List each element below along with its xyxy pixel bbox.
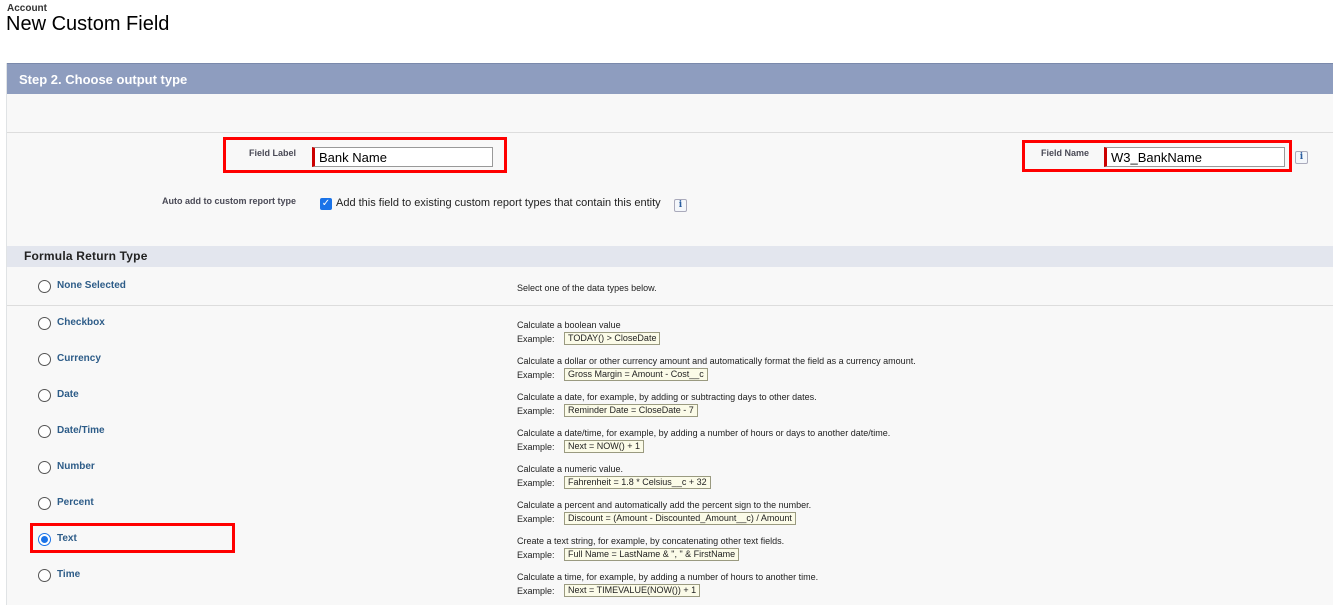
type-label-date-time: Date/Time	[57, 425, 105, 436]
type-label-currency: Currency	[57, 353, 101, 364]
type-example-text: Full Name = LastName & ", " & FirstName	[564, 548, 740, 561]
type-desc-number: Calculate a numeric value.	[517, 464, 624, 474]
field-label-input[interactable]	[312, 147, 493, 167]
type-desc-date: Calculate a date, for example, by adding…	[517, 392, 817, 402]
type-desc-date-time: Calculate a date/time, for example, by a…	[517, 428, 891, 438]
type-label-date: Date	[57, 389, 79, 400]
radio-currency[interactable]	[38, 353, 51, 366]
field-label-label: Field Label	[248, 148, 296, 158]
type-example-currency: Gross Margin = Amount - Cost__c	[564, 368, 708, 381]
type-example-date: Reminder Date = CloseDate - 7	[564, 404, 698, 417]
type-example-date-time: Next = NOW() + 1	[564, 440, 645, 453]
type-desc-time: Calculate a time, for example, by adding…	[517, 572, 819, 582]
step-header: Step 2. Choose output type	[7, 63, 1333, 94]
radio-none-selected[interactable]	[38, 280, 51, 293]
example-label: Example:	[517, 334, 555, 344]
type-desc-none-selected: Select one of the data types below.	[517, 283, 657, 293]
type-label-percent: Percent	[57, 497, 94, 508]
check-icon: ✓	[321, 198, 331, 209]
type-label-time: Time	[57, 569, 81, 580]
type-example-time: Next = TIMEVALUE(NOW()) + 1	[564, 584, 701, 597]
type-label-number: Number	[57, 461, 95, 472]
example-label: Example:	[517, 478, 555, 488]
page-title: New Custom Field	[6, 13, 170, 35]
type-label-text: Text	[57, 533, 77, 544]
radio-date[interactable]	[38, 389, 51, 402]
type-desc-checkbox: Calculate a boolean value	[517, 320, 621, 330]
example-label: Example:	[517, 406, 555, 416]
example-label: Example:	[517, 586, 555, 596]
radio-checkbox[interactable]	[38, 317, 51, 330]
field-name-input[interactable]	[1104, 147, 1285, 167]
example-label: Example:	[517, 370, 555, 380]
example-label: Example:	[517, 550, 555, 560]
info-icon[interactable]: i	[1295, 151, 1308, 164]
type-example-checkbox: TODAY() > CloseDate	[564, 332, 661, 345]
radio-number[interactable]	[38, 461, 51, 474]
type-example-number: Fahrenheit = 1.8 * Celsius__c + 32	[564, 476, 711, 489]
type-desc-currency: Calculate a dollar or other currency amo…	[517, 356, 916, 366]
example-label: Example:	[517, 442, 555, 452]
radio-text[interactable]	[38, 533, 51, 546]
divider	[7, 132, 1333, 133]
auto-add-checkbox[interactable]: ✓	[320, 198, 332, 210]
example-label: Example:	[517, 514, 555, 524]
type-label-none-selected: None Selected	[57, 280, 126, 291]
radio-percent[interactable]	[38, 497, 51, 510]
type-example-percent: Discount = (Amount - Discounted_Amount__…	[564, 512, 796, 525]
auto-add-label: Auto add to custom report type	[161, 196, 296, 206]
auto-add-checkbox-label: Add this field to existing custom report…	[336, 197, 661, 209]
formula-return-type-header: Formula Return Type	[7, 246, 1333, 267]
radio-date-time[interactable]	[38, 425, 51, 438]
info-icon[interactable]: i	[674, 199, 687, 212]
type-desc-text: Create a text string, for example, by co…	[517, 536, 785, 546]
radio-time[interactable]	[38, 569, 51, 582]
step-panel: Step 2. Choose output type Field Label F…	[6, 63, 1333, 605]
field-name-label: Field Name	[1040, 148, 1089, 158]
divider	[7, 305, 1333, 306]
type-label-checkbox: Checkbox	[57, 317, 105, 328]
type-desc-percent: Calculate a percent and automatically ad…	[517, 500, 812, 510]
